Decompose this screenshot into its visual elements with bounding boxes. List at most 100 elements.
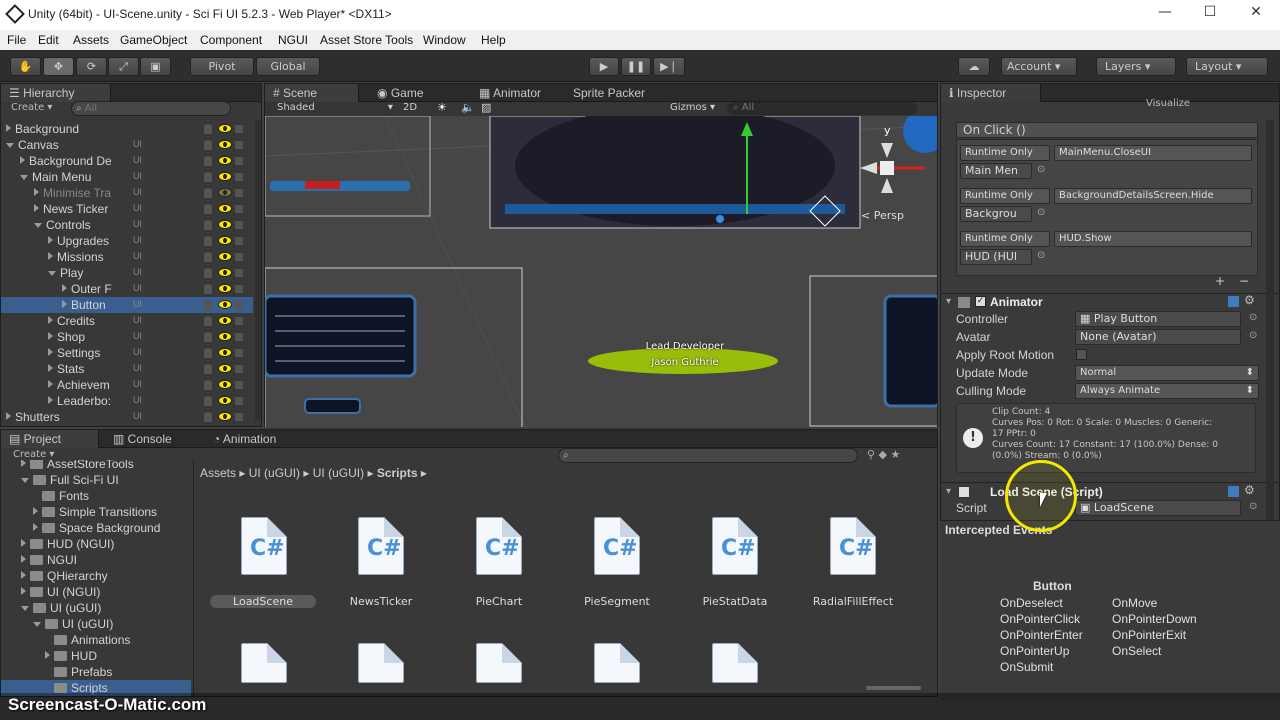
audio-icon[interactable]: 🔈 bbox=[461, 101, 475, 114]
expand-arrow-closed-icon[interactable] bbox=[33, 507, 38, 515]
menu-component[interactable]: Component bbox=[200, 33, 262, 47]
breadcrumb-ui-ugui-2[interactable]: UI (uGUI) bbox=[313, 466, 364, 480]
expand-arrow-closed-icon[interactable] bbox=[45, 651, 50, 659]
expand-arrow-closed-icon[interactable] bbox=[34, 188, 39, 196]
csharp-script-icon[interactable]: C# bbox=[594, 517, 640, 575]
inspector-scrollbar[interactable] bbox=[1266, 120, 1274, 520]
expand-arrow-closed-icon[interactable] bbox=[62, 300, 67, 308]
hierarchy-item[interactable]: Controls UI bbox=[1, 217, 253, 233]
lock-icon[interactable] bbox=[235, 381, 243, 389]
root-motion-checkbox[interactable] bbox=[1076, 349, 1087, 360]
expand-arrow-closed-icon[interactable] bbox=[48, 364, 53, 372]
lock-icon[interactable] bbox=[235, 205, 243, 213]
csharp-script-icon[interactable]: C# bbox=[830, 517, 876, 575]
csharp-script-icon[interactable]: C# bbox=[358, 517, 404, 575]
visibility-eye-icon[interactable] bbox=[218, 284, 232, 293]
animator-enabled-checkbox[interactable]: ✓ bbox=[975, 296, 986, 307]
menu-gameobject[interactable]: GameObject bbox=[120, 33, 187, 47]
expand-arrow-closed-icon[interactable] bbox=[48, 236, 53, 244]
hierarchy-item[interactable]: Minimise Tra UI bbox=[1, 185, 253, 201]
project-folder-item[interactable]: QHierarchy bbox=[1, 568, 191, 584]
visibility-eye-icon[interactable] bbox=[218, 124, 232, 133]
animator-foldout-arrow[interactable]: ▾ bbox=[946, 296, 951, 307]
update-mode-dropdown[interactable]: Normal ⬍ bbox=[1075, 365, 1259, 381]
persp-label[interactable]: < Persp bbox=[861, 209, 904, 222]
expand-arrow-closed-icon[interactable] bbox=[48, 252, 53, 260]
expand-arrow-closed-icon[interactable] bbox=[21, 587, 26, 595]
help-book-icon[interactable] bbox=[1228, 296, 1239, 307]
visibility-eye-icon[interactable] bbox=[218, 140, 232, 149]
project-folder-item[interactable]: AssetStoreTools bbox=[1, 460, 191, 472]
visibility-eye-icon[interactable] bbox=[218, 412, 232, 421]
expand-arrow-open-icon[interactable] bbox=[33, 622, 41, 627]
visibility-eye-icon[interactable] bbox=[218, 300, 232, 309]
menu-asset-store-tools[interactable]: Asset Store Tools bbox=[320, 33, 413, 47]
project-folder-item[interactable]: HUD (NGUI) bbox=[1, 536, 191, 552]
pause-button[interactable]: ❚❚ bbox=[621, 57, 651, 76]
visibility-eye-icon[interactable] bbox=[218, 204, 232, 213]
runtime-mode-dropdown[interactable]: Runtime Only bbox=[960, 145, 1050, 161]
scene-orientation-cube[interactable] bbox=[880, 161, 894, 175]
lock-icon[interactable] bbox=[235, 269, 243, 277]
project-folder-item[interactable]: Prefabs bbox=[1, 664, 191, 680]
expand-arrow-closed-icon[interactable] bbox=[21, 571, 26, 579]
runtime-mode-dropdown[interactable]: Runtime Only bbox=[960, 231, 1050, 247]
zoom-slider[interactable] bbox=[866, 686, 921, 690]
expand-arrow-closed-icon[interactable] bbox=[21, 460, 26, 467]
hierarchy-item[interactable]: Play UI bbox=[1, 265, 253, 281]
expand-arrow-closed-icon[interactable] bbox=[34, 204, 39, 212]
menu-edit[interactable]: Edit bbox=[38, 33, 59, 47]
hierarchy-item[interactable]: Canvas UI bbox=[1, 137, 253, 153]
scene-viewport[interactable]: y < Persp Lead Developer Jason Guthrie bbox=[265, 116, 937, 427]
csharp-script-icon[interactable] bbox=[594, 643, 640, 683]
minimize-button[interactable]: — bbox=[1153, 4, 1177, 24]
menu-ngui[interactable]: NGUI bbox=[278, 33, 308, 47]
play-button[interactable]: ▶ bbox=[589, 57, 619, 76]
csharp-script-icon[interactable] bbox=[712, 643, 758, 683]
project-folder-item[interactable]: HUD bbox=[1, 648, 191, 664]
effects-icon[interactable]: ▨ bbox=[481, 101, 491, 114]
csharp-script-icon[interactable]: C# bbox=[241, 517, 287, 575]
close-window-button[interactable]: ✕ bbox=[1244, 4, 1268, 24]
lock-icon[interactable] bbox=[235, 397, 243, 405]
asset-label[interactable]: RadialFillEffect bbox=[798, 595, 908, 608]
event-target-object-field[interactable]: Backgrou bbox=[960, 206, 1032, 222]
event-object-picker-icon[interactable]: ⊙ bbox=[1037, 164, 1045, 175]
event-function-dropdown[interactable]: BackgroundDetailsScreen.Hide bbox=[1054, 188, 1252, 204]
expand-arrow-open-icon[interactable] bbox=[20, 175, 28, 180]
loadscene-foldout-arrow[interactable]: ▾ bbox=[946, 486, 951, 497]
expand-arrow-closed-icon[interactable] bbox=[62, 284, 67, 292]
lock-icon[interactable] bbox=[235, 173, 243, 181]
menu-window[interactable]: Window bbox=[423, 33, 466, 47]
controller-field[interactable]: ▦ Play Button bbox=[1075, 311, 1241, 327]
expand-arrow-closed-icon[interactable] bbox=[21, 555, 26, 563]
visibility-eye-icon[interactable] bbox=[218, 236, 232, 245]
avatar-field[interactable]: None (Avatar) bbox=[1075, 329, 1241, 345]
shading-dropdown[interactable]: Shaded ▾ bbox=[277, 102, 393, 113]
project-folder-item[interactable]: Animations bbox=[1, 632, 191, 648]
menu-help[interactable]: Help bbox=[481, 33, 506, 47]
visibility-eye-icon[interactable] bbox=[218, 396, 232, 405]
expand-arrow-closed-icon[interactable] bbox=[33, 523, 38, 531]
expand-arrow-closed-icon[interactable] bbox=[48, 332, 53, 340]
visibility-eye-icon[interactable] bbox=[218, 380, 232, 389]
event-object-picker-icon[interactable]: ⊙ bbox=[1037, 250, 1045, 261]
mode-2d-toggle[interactable]: 2D bbox=[403, 102, 417, 113]
hierarchy-item[interactable]: Background bbox=[1, 121, 253, 137]
tab-animation[interactable]: ◔ Animation bbox=[205, 430, 284, 448]
lock-icon[interactable] bbox=[235, 157, 243, 165]
rect-tool-icon[interactable]: ▣ bbox=[140, 57, 171, 76]
global-toggle[interactable]: Global bbox=[256, 57, 320, 76]
expand-arrow-closed-icon[interactable] bbox=[48, 396, 53, 404]
lock-icon[interactable] bbox=[235, 349, 243, 357]
layers-dropdown[interactable]: Layers ▾ bbox=[1096, 57, 1176, 76]
scale-tool-icon[interactable]: ⤢ bbox=[108, 57, 139, 76]
hierarchy-item[interactable]: Main Menu UI bbox=[1, 169, 253, 185]
avatar-picker-icon[interactable]: ⊙ bbox=[1249, 330, 1257, 341]
project-folder-item[interactable]: NGUI bbox=[1, 552, 191, 568]
add-event-button[interactable]: + bbox=[1215, 274, 1225, 288]
hierarchy-item[interactable]: Achievem UI bbox=[1, 377, 253, 393]
lock-icon[interactable] bbox=[235, 301, 243, 309]
csharp-script-icon[interactable] bbox=[358, 643, 404, 683]
lock-icon[interactable] bbox=[235, 333, 243, 341]
